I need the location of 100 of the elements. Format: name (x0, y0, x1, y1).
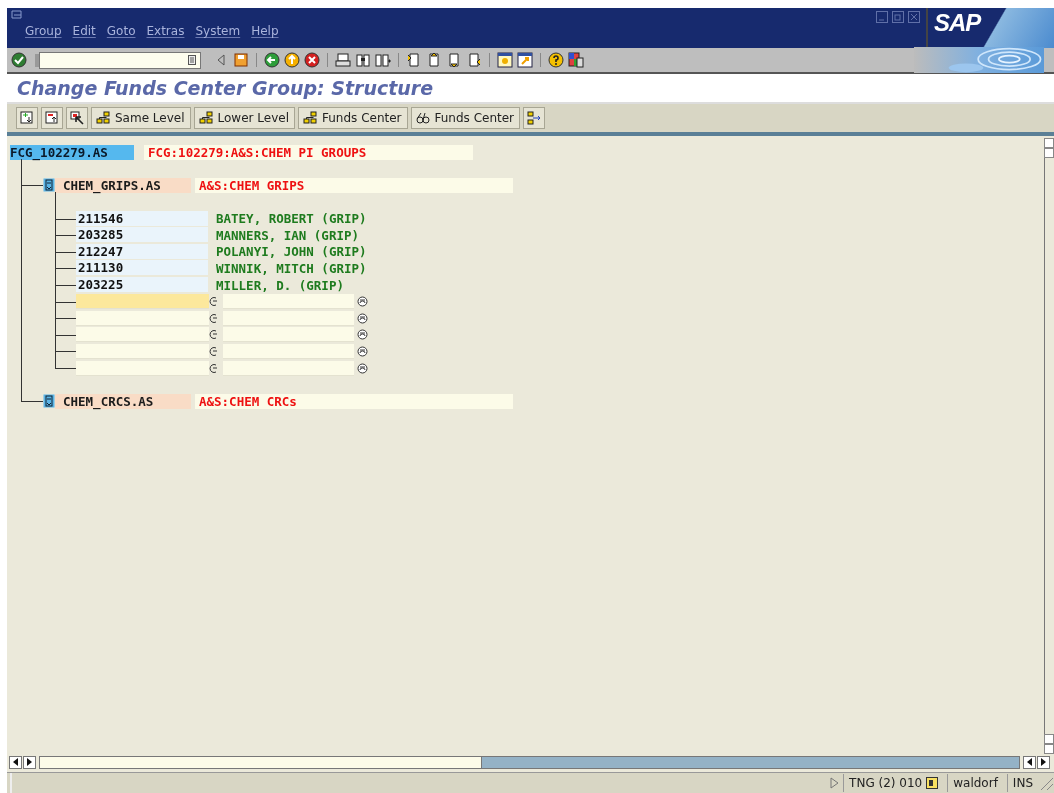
minimize-icon[interactable] (876, 11, 888, 23)
print-icon[interactable] (335, 52, 351, 68)
input-field[interactable] (223, 310, 354, 326)
select-button[interactable] (66, 107, 88, 129)
input-field[interactable] (76, 343, 209, 359)
tree-connector (21, 185, 43, 187)
funds-center-name: MANNERS, IAN (GRIP) (216, 227, 359, 243)
back-icon[interactable] (264, 52, 280, 68)
new-session-icon[interactable] (497, 52, 513, 68)
enter-icon[interactable] (11, 52, 27, 68)
scroll-right-button[interactable] (23, 755, 36, 769)
vertical-scrollbar[interactable] (1044, 136, 1054, 754)
funds-center-name: POLANYI, JOHN (GRIP) (216, 244, 367, 260)
input-field[interactable] (223, 294, 354, 310)
search-help-icon[interactable] (209, 345, 219, 357)
input-field[interactable] (76, 327, 209, 343)
select-icon (70, 111, 84, 125)
left-arrow-icon (1026, 758, 1033, 766)
restore-icon[interactable] (892, 11, 904, 23)
toolbar-button[interactable]: Same Level (91, 107, 191, 129)
help-icon[interactable] (548, 52, 564, 68)
status-icon (357, 329, 368, 341)
search-help-icon[interactable] (209, 312, 219, 324)
status-toggle-icon[interactable] (830, 777, 840, 789)
expand-subtree-button[interactable] (16, 107, 38, 129)
find-icon[interactable] (355, 52, 371, 68)
input-field[interactable] (76, 310, 209, 326)
status-icon (357, 312, 368, 324)
hierarchy-icon (303, 111, 317, 125)
funds-center-name: WINNIK, MITCH (GRIP) (216, 260, 367, 276)
node-description: FCG:102279:A&S:CHEM PI GROUPS (144, 144, 473, 160)
first-page-icon[interactable] (406, 52, 422, 68)
funds-center-key[interactable]: 203225 (76, 277, 208, 293)
system-menu-icon[interactable] (11, 10, 23, 20)
scroll-down-button[interactable] (1044, 744, 1054, 754)
menu-item[interactable]: Goto (102, 24, 143, 38)
find-next-icon[interactable] (375, 52, 391, 68)
resize-grip-icon[interactable] (1038, 775, 1054, 791)
search-help-icon[interactable] (209, 329, 219, 341)
node-key[interactable]: CHEM_GRIPS.AS (55, 178, 191, 193)
move-node-icon (527, 111, 542, 125)
menu-item[interactable]: Edit (68, 24, 103, 38)
toolbar-button[interactable]: Funds Center (298, 107, 408, 129)
exit-icon[interactable] (284, 52, 300, 68)
funds-center-key[interactable]: 212247 (76, 243, 208, 259)
node-description: A&S:CHEM CRCs (195, 393, 513, 409)
scroll-thumb[interactable] (40, 756, 482, 768)
menu-item[interactable]: Help (247, 24, 286, 38)
node-description: A&S:CHEM GRIPS (195, 178, 513, 193)
funds-center-key[interactable]: 211130 (76, 260, 208, 276)
previous-page-icon[interactable] (426, 52, 442, 68)
menu-item[interactable]: System (191, 24, 248, 38)
status-icon (357, 362, 368, 374)
save-icon[interactable] (233, 52, 249, 68)
status-icon (357, 345, 368, 357)
toolbar-button[interactable]: Funds Center (410, 107, 521, 129)
node-key[interactable]: FCG_102279.AS (10, 144, 134, 160)
tree-connector (21, 401, 43, 403)
cancel-icon[interactable] (304, 52, 320, 68)
search-help-icon[interactable] (209, 362, 219, 374)
horizontal-scrollbar[interactable] (39, 755, 1020, 769)
hierarchy-icon (198, 111, 213, 125)
status-icon (357, 296, 368, 308)
next-page-icon[interactable] (446, 52, 462, 68)
input-field[interactable] (76, 360, 209, 376)
funds-center-key[interactable]: 211546 (76, 210, 208, 226)
shortcut-icon[interactable] (517, 52, 533, 68)
scroll-right-button[interactable] (1037, 755, 1050, 769)
input-field[interactable] (223, 360, 354, 376)
funds-center-name: BATEY, ROBERT (GRIP) (216, 211, 367, 227)
node-key[interactable]: CHEM_CRCS.AS (55, 393, 191, 409)
dropdown-icon[interactable] (188, 55, 196, 65)
collapse-subtree-button[interactable] (41, 107, 63, 129)
last-page-icon[interactable] (466, 52, 482, 68)
search-help-icon[interactable] (209, 296, 219, 308)
menu-item[interactable]: Extras (142, 24, 192, 38)
scroll-left-button[interactable] (9, 755, 22, 769)
folder-icon[interactable] (43, 178, 55, 193)
toolbar-button[interactable]: Lower Level (193, 107, 295, 129)
glasses-icon (415, 111, 430, 125)
input-field[interactable] (76, 294, 209, 310)
layout-icon[interactable] (568, 52, 584, 68)
screen-title: Change Funds Center Group: Structure (7, 74, 1054, 104)
funds-center-key[interactable]: 203285 (76, 227, 208, 243)
scroll-left-button[interactable] (1023, 755, 1036, 769)
expand-subtree-icon (20, 111, 34, 125)
hierarchy-icon (96, 111, 110, 125)
menu-item[interactable]: Group (21, 24, 69, 38)
input-field[interactable] (223, 327, 354, 343)
scroll-down-button[interactable] (1044, 148, 1054, 158)
logo: SAP (926, 8, 1054, 48)
insert-mode: INS (1012, 776, 1033, 790)
move-node-button[interactable] (523, 107, 546, 129)
close-icon[interactable] (908, 11, 920, 23)
input-field[interactable] (223, 343, 354, 359)
scroll-up-button[interactable] (1044, 734, 1054, 744)
server-icon[interactable] (926, 777, 939, 789)
scroll-up-button[interactable] (1044, 138, 1054, 148)
folder-icon[interactable] (43, 394, 55, 409)
collapse-subtree-icon (45, 111, 59, 125)
